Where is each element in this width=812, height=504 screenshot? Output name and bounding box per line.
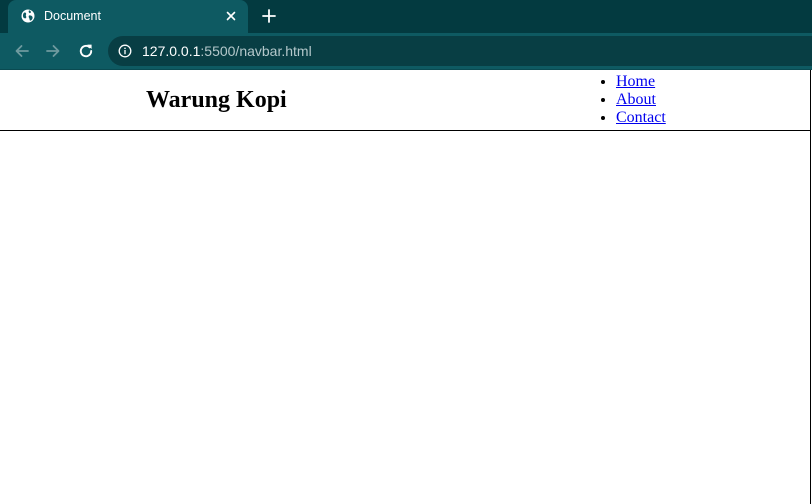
- nav-link-about[interactable]: About: [616, 91, 656, 108]
- nav-item-home: Home: [616, 73, 666, 91]
- nav-list: Home About Contact: [576, 73, 666, 127]
- page-viewport: Warung Kopi Home About Contact: [0, 70, 812, 504]
- globe-icon: [21, 9, 35, 23]
- url-host: 127.0.0.1: [142, 43, 201, 59]
- info-icon[interactable]: [118, 44, 132, 58]
- forward-arrow-icon[interactable]: [44, 42, 62, 60]
- site-navbar: Warung Kopi Home About Contact: [0, 70, 811, 131]
- url-path: :5500/navbar.html: [200, 43, 312, 59]
- address-bar[interactable]: 127.0.0.1:5500/navbar.html: [108, 36, 812, 66]
- back-arrow-icon[interactable]: [13, 42, 31, 60]
- tab-title: Document: [44, 9, 101, 23]
- browser-window: Document 127.0.0.1:5500/navbar.html Waru…: [0, 0, 812, 504]
- nav-item-contact: Contact: [616, 109, 666, 127]
- nav-link-home[interactable]: Home: [616, 73, 655, 90]
- site-brand: Warung Kopi: [146, 87, 287, 113]
- close-icon[interactable]: [224, 9, 238, 23]
- browser-toolbar: 127.0.0.1:5500/navbar.html: [0, 33, 812, 69]
- plus-icon[interactable]: [261, 8, 277, 24]
- nav-item-about: About: [616, 91, 666, 109]
- page-edge-divider: [810, 70, 811, 504]
- tab-document[interactable]: Document: [8, 0, 248, 33]
- reload-icon[interactable]: [77, 42, 95, 60]
- nav-link-contact[interactable]: Contact: [616, 109, 666, 126]
- url-text: 127.0.0.1:5500/navbar.html: [142, 43, 312, 59]
- tab-strip: Document: [0, 0, 812, 33]
